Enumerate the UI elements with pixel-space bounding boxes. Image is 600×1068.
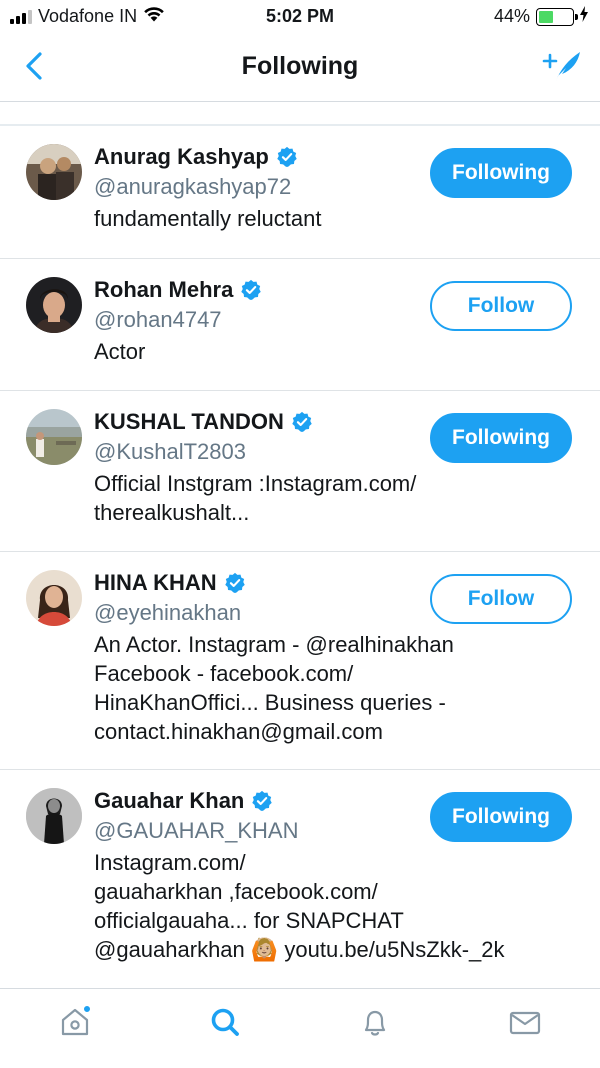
page-title: Following [241, 52, 359, 80]
user-bio: An Actor. Instagram - @realhinakhan Face… [94, 632, 454, 744]
navigation-bar: Following [0, 34, 600, 102]
verified-badge-icon [291, 411, 313, 433]
status-bar: Vodafone IN 5:02 PM 44% [0, 0, 600, 34]
following-button[interactable]: Following [430, 413, 572, 463]
user-name[interactable]: Rohan Mehra [94, 275, 233, 305]
verified-badge-icon [240, 279, 262, 301]
tab-notifications[interactable] [300, 989, 450, 1068]
avatar[interactable] [26, 788, 82, 844]
notifications-bell-icon [358, 1005, 392, 1044]
user-name[interactable]: Anurag Kashyap [94, 142, 269, 172]
messages-envelope-icon [507, 1005, 543, 1044]
follow-button[interactable]: Follow [430, 574, 572, 624]
tab-messages[interactable] [450, 989, 600, 1068]
name-line: Rohan Mehra [94, 275, 460, 305]
user-name[interactable]: KUSHAL TANDON [94, 407, 284, 437]
user-row[interactable]: Rohan Mehra @rohan4747 Actor Follow [0, 259, 600, 391]
tab-home[interactable] [0, 989, 150, 1068]
following-list: Anurag Kashyap @anuragkashyap72 fundamen… [0, 126, 600, 988]
user-row[interactable]: HINA KHAN @eyehinakhan An Actor. Instagr… [0, 552, 600, 770]
user-bio: Instagram.com/ gauaharkhan ,facebook.com… [94, 850, 505, 962]
user-handle: @anuragkashyap72 [94, 174, 292, 199]
tab-search[interactable] [150, 989, 300, 1068]
tab-bar [0, 988, 600, 1068]
avatar[interactable] [26, 277, 82, 333]
following-button[interactable]: Following [430, 792, 572, 842]
user-handle: @rohan4747 [94, 307, 222, 332]
notification-dot [82, 1004, 92, 1014]
battery-level [539, 10, 554, 23]
user-handle: @KushalT2803 [94, 439, 246, 464]
add-feather-icon [540, 48, 584, 89]
user-name[interactable]: HINA KHAN [94, 568, 217, 598]
battery-icon [536, 7, 578, 26]
verified-badge-icon [251, 790, 273, 812]
avatar[interactable] [26, 144, 82, 200]
name-line: KUSHAL TANDON [94, 407, 460, 437]
verified-badge-icon [276, 146, 298, 168]
user-row[interactable]: Anurag Kashyap @anuragkashyap72 fundamen… [0, 126, 600, 259]
name-line: HINA KHAN [94, 568, 460, 598]
status-right: 44% [494, 6, 588, 27]
name-line: Gauahar Khan [94, 786, 460, 816]
user-row[interactable]: KUSHAL TANDON @KushalT2803 Official Inst… [0, 391, 600, 552]
user-handle: @eyehinakhan [94, 600, 242, 625]
user-row[interactable]: Gauahar Khan @GAUAHAR_KHAN Instagram.com… [0, 770, 600, 988]
following-button[interactable]: Following [430, 148, 572, 198]
search-icon [208, 1005, 242, 1044]
charging-bolt-icon [580, 6, 588, 27]
follow-button[interactable]: Follow [430, 281, 572, 331]
user-bio: Official Instgram :Instagram.com/ therea… [94, 471, 417, 525]
user-bio: fundamentally reluctant [94, 206, 322, 231]
user-bio: Actor [94, 339, 146, 364]
verified-badge-icon [224, 572, 246, 594]
battery-percent: 44% [493, 6, 530, 26]
add-to-list-button[interactable] [540, 48, 584, 88]
avatar[interactable] [26, 570, 82, 626]
user-handle: @GAUAHAR_KHAN [94, 818, 299, 843]
name-line: Anurag Kashyap [94, 142, 460, 172]
user-name[interactable]: Gauahar Khan [94, 786, 244, 816]
avatar[interactable] [26, 409, 82, 465]
